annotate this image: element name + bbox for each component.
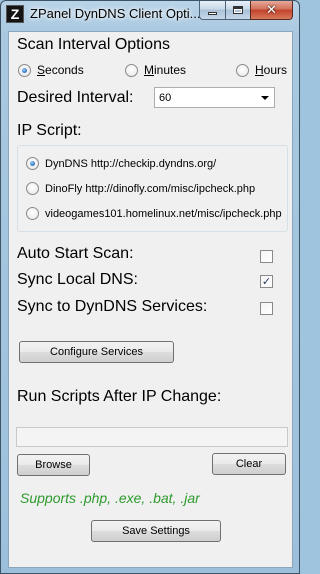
maximize-button[interactable] xyxy=(225,1,250,20)
minimize-icon xyxy=(208,12,217,15)
ip-script-dinofly-indicator[interactable] xyxy=(26,182,39,195)
interval-dropdown-value: 60 xyxy=(159,91,172,104)
ip-script-dyndns-label: DynDNS http://checkip.dyndns.org/ xyxy=(45,157,217,170)
minimize-button[interactable] xyxy=(199,1,225,20)
close-icon: ✕ xyxy=(266,2,277,18)
app-window: Z ZPanel DynDNS Client Opti... ✕ Scan In… xyxy=(0,0,300,574)
close-button[interactable]: ✕ xyxy=(250,1,293,20)
radio-minutes-label: Minutes xyxy=(144,63,187,77)
sync-dyndns-label: Sync to DynDNS Services: xyxy=(17,298,208,315)
ip-script-group: DynDNS http://checkip.dyndns.org/ DinoFl… xyxy=(17,145,288,232)
radio-minutes-indicator[interactable] xyxy=(125,63,138,77)
script-path-field[interactable] xyxy=(16,427,288,447)
chevron-down-icon xyxy=(261,95,269,100)
sync-local-dns-checkbox[interactable]: ✓ xyxy=(260,275,273,288)
ip-script-dyndns-indicator[interactable] xyxy=(26,157,39,170)
radio-seconds[interactable]: Seconds xyxy=(18,63,84,77)
auto-start-checkbox[interactable] xyxy=(260,250,273,263)
checkmark-icon: ✓ xyxy=(261,275,272,288)
radio-seconds-indicator[interactable] xyxy=(18,63,31,77)
browse-button[interactable]: Browse xyxy=(17,454,90,476)
ip-script-videogames-indicator[interactable] xyxy=(26,207,39,220)
sync-dyndns-checkbox[interactable] xyxy=(260,302,273,315)
run-scripts-label: Run Scripts After IP Change: xyxy=(17,388,222,405)
radio-seconds-label: Seconds xyxy=(37,63,84,77)
ip-script-videogames-label: videogames101.homelinux.net/misc/ipcheck… xyxy=(45,207,282,220)
ip-script-option-videogames[interactable]: videogames101.homelinux.net/misc/ipcheck… xyxy=(26,207,282,220)
ip-script-option-dinofly[interactable]: DinoFly http://dinofly.com/misc/ipcheck.… xyxy=(26,182,255,195)
sync-local-dns-label: Sync Local DNS: xyxy=(17,271,138,288)
ip-script-title: IP Script: xyxy=(17,122,82,139)
window-title: ZPanel DynDNS Client Opti... xyxy=(30,6,201,21)
ip-script-dinofly-label: DinoFly http://dinofly.com/misc/ipcheck.… xyxy=(45,182,256,195)
title-bar[interactable]: Z ZPanel DynDNS Client Opti... ✕ xyxy=(1,1,299,31)
clear-button[interactable]: Clear xyxy=(212,453,286,475)
caption-buttons: ✕ xyxy=(199,1,293,20)
app-icon[interactable]: Z xyxy=(6,5,24,23)
maximize-icon xyxy=(233,6,243,14)
ip-script-option-dyndns[interactable]: DynDNS http://checkip.dyndns.org/ xyxy=(26,157,216,170)
auto-start-label: Auto Start Scan: xyxy=(17,245,134,262)
supports-note: Supports .php, .exe, .bat, .jar xyxy=(20,490,200,506)
radio-hours-label: Hours xyxy=(255,63,288,77)
desired-interval-label: Desired Interval: xyxy=(17,89,134,106)
client-area: Scan Interval Options Seconds Minutes Ho… xyxy=(8,31,293,568)
configure-services-button[interactable]: Configure Services xyxy=(19,341,174,363)
scan-interval-title: Scan Interval Options xyxy=(17,36,170,53)
radio-hours-indicator[interactable] xyxy=(236,63,249,77)
interval-dropdown[interactable]: 60 xyxy=(154,87,275,108)
save-settings-button[interactable]: Save Settings xyxy=(91,520,221,542)
radio-minutes[interactable]: Minutes xyxy=(125,63,186,77)
radio-hours[interactable]: Hours xyxy=(236,63,287,77)
